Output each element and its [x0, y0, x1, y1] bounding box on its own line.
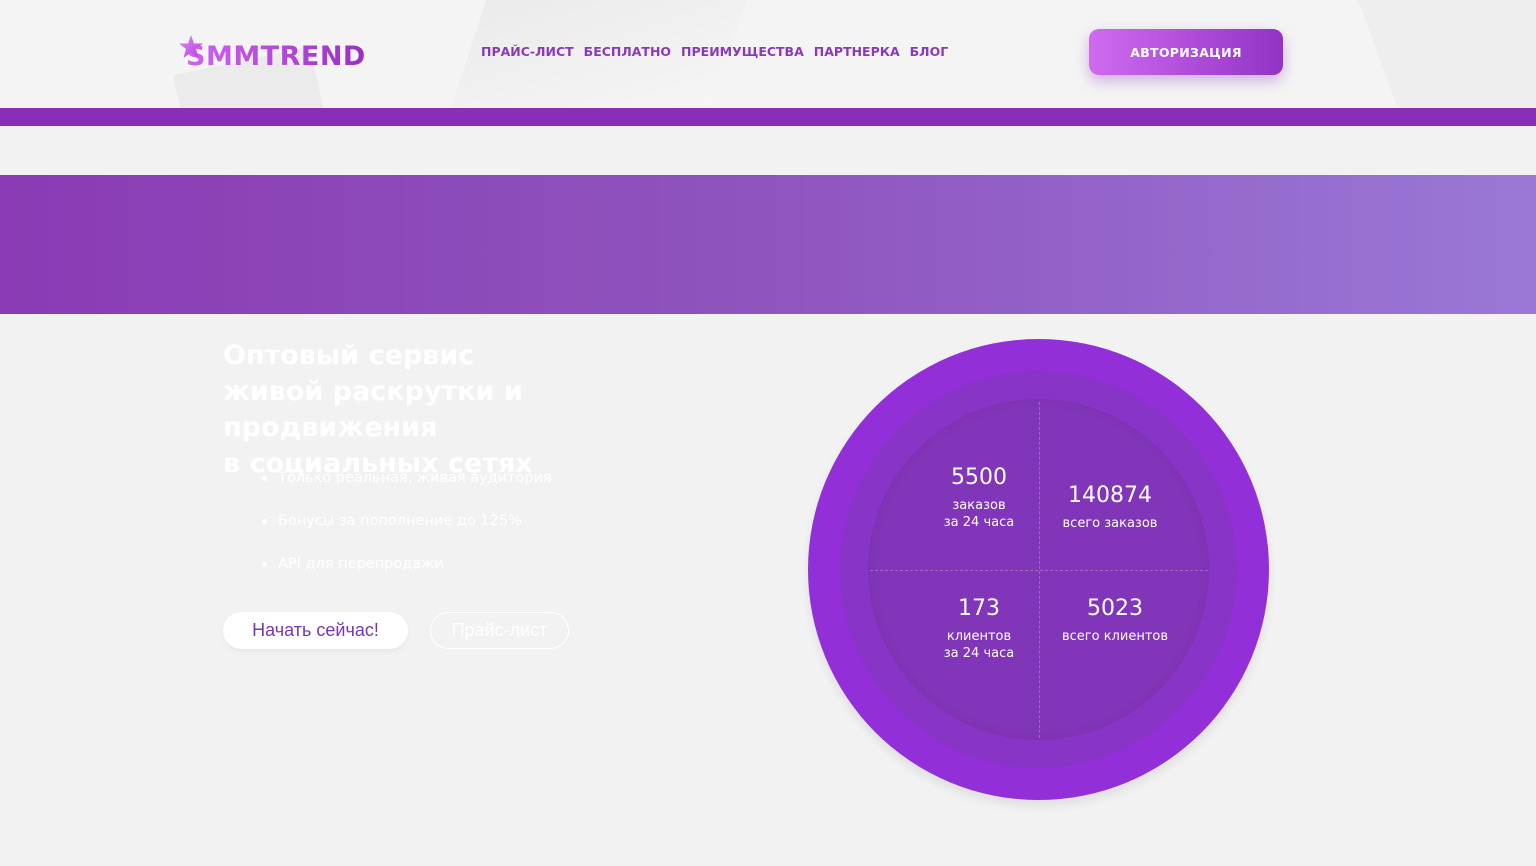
stat-label: всего заказов — [1062, 516, 1158, 531]
price-list-button[interactable]: Прайс-лист — [430, 612, 569, 649]
logo-text: SMMTREND — [186, 40, 366, 72]
main-nav: ПРАЙС-ЛИСТ БЕСПЛАТНО ПРЕИМУЩЕСТВА ПАРТНЕ… — [481, 44, 948, 59]
stat-clients-24h: 173 клиентов за 24 часа — [919, 595, 1039, 662]
header-stripe — [0, 108, 1536, 126]
nav-free[interactable]: БЕСПЛАТНО — [584, 44, 671, 59]
nav-blog[interactable]: БЛОГ — [910, 44, 949, 59]
stat-label: клиентов за 24 часа — [943, 629, 1015, 661]
nav-partner[interactable]: ПАРТНЕРКА — [814, 44, 900, 59]
hero-title: Оптовый сервис живой раскрутки и продвиж… — [223, 338, 743, 482]
stat-value: 140874 — [1068, 483, 1152, 508]
decorative-shape — [1354, 0, 1536, 108]
stat-label: заказов за 24 часа — [943, 498, 1015, 530]
star-icon — [179, 35, 203, 58]
stat-label: всего клиентов — [1061, 629, 1169, 644]
stat-value: 5023 — [1087, 596, 1143, 621]
logo[interactable]: SMMTREND — [178, 35, 366, 76]
hero-title-line-2: живой раскрутки и продвижения — [223, 376, 523, 443]
stat-value: 173 — [958, 596, 1000, 621]
stat-value: 5500 — [951, 465, 1007, 490]
hero-title-part: сервис — [359, 340, 475, 371]
feature-item: Бонусы за пополнение до 125% — [260, 511, 552, 554]
feature-item: Только реальная, живая аудитория — [260, 468, 552, 511]
login-button[interactable]: АВТОРИЗАЦИЯ — [1089, 29, 1283, 75]
stat-orders-total: 140874 всего заказов — [1050, 482, 1170, 532]
nav-price-list[interactable]: ПРАЙС-ЛИСТ — [481, 44, 574, 59]
stat-clients-total: 5023 всего клиентов — [1050, 595, 1180, 645]
nav-advantages[interactable]: ПРЕИМУЩЕСТВА — [681, 44, 804, 59]
hero-banner — [0, 175, 1536, 314]
hero-title-bold: Оптовый — [223, 340, 360, 371]
feature-item: API для перепродажи — [260, 554, 552, 597]
stats-divider-horizontal — [870, 570, 1208, 571]
feature-list: Только реальная, живая аудитория Бонусы … — [260, 468, 552, 597]
site-header: SMMTREND ПРАЙС-ЛИСТ БЕСПЛАТНО ПРЕИМУЩЕСТ… — [0, 0, 1536, 108]
stat-orders-24h: 5500 заказов за 24 часа — [919, 464, 1039, 531]
start-now-button[interactable]: Начать сейчас! — [223, 612, 408, 649]
